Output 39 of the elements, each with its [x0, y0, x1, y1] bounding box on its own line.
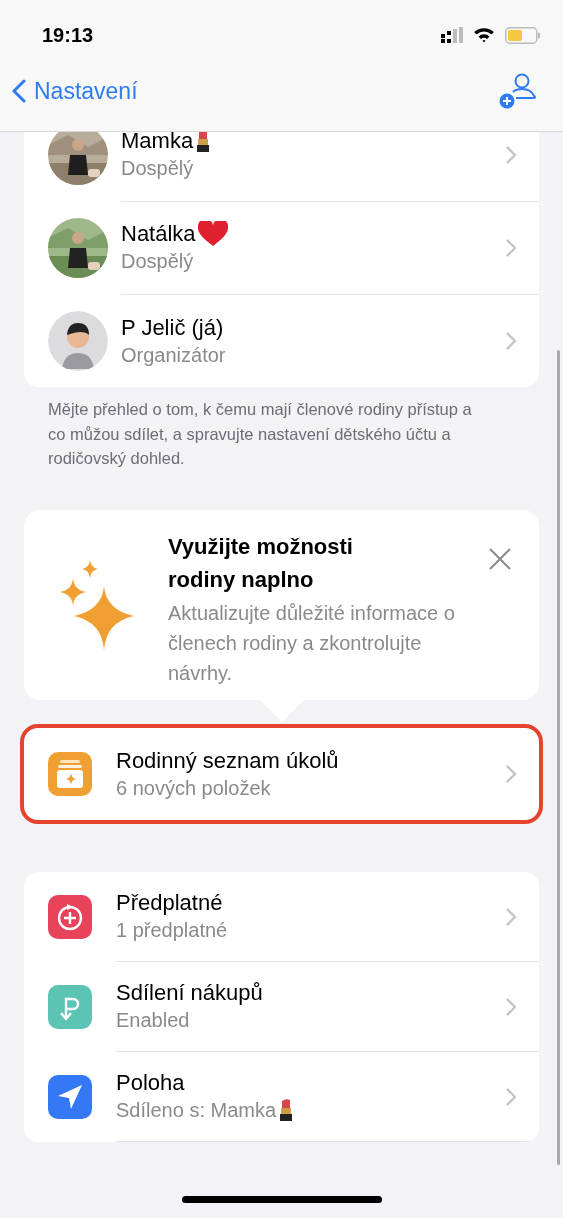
member-name: Mamka [121, 127, 194, 155]
tip-title: Využijte možnosti rodiny naplno [168, 532, 354, 594]
member-role: Dospělý [121, 156, 194, 181]
chevron-icon [506, 997, 517, 1016]
signal-icon [441, 27, 463, 43]
settings-row[interactable]: Rodinný seznam úkolů 6 nových položek [24, 727, 539, 820]
chevron-icon [506, 145, 517, 164]
row-title: Sdílení nákupů [116, 979, 263, 1007]
status-time: 19:13 [42, 23, 94, 47]
lipstick-icon [278, 1098, 295, 1122]
settings-row[interactable]: Předplatné 1 předplatné [24, 871, 539, 962]
chevron-icon [506, 331, 517, 350]
avatar-icon [48, 310, 108, 371]
tip-description: Aktualizujte důležité informace o členech rodiny a zkontrolujte návrhy. [168, 600, 456, 686]
row-title: Poloha [116, 1069, 185, 1097]
member-name: Natálka [121, 220, 196, 248]
heart-icon [197, 221, 228, 247]
chevron-icon [506, 764, 517, 783]
row-title: Předplatné [116, 889, 223, 917]
row-subtitle: 1 předplatné [116, 918, 228, 943]
row-subtitle: Enabled [116, 1008, 190, 1033]
row-subtitle: 6 nových položek [116, 775, 271, 801]
settings-row[interactable]: Sdílení nákupů Enabled [24, 961, 539, 1052]
member-name: P Jelič (já) [121, 313, 224, 342]
chevron-icon [506, 907, 517, 926]
add-person-icon[interactable] [499, 72, 537, 110]
member-role: Organizátor [121, 342, 226, 368]
row-subtitle: Sdíleno s: Mamka [116, 1098, 277, 1123]
back-chevron-icon [12, 79, 26, 103]
member-role: Dospělý [121, 249, 194, 274]
battery-icon [505, 26, 541, 44]
lipstick-icon [195, 129, 212, 153]
chevron-icon [506, 238, 517, 257]
row-title: Rodinný seznam úkolů [116, 746, 339, 775]
settings-row[interactable]: Poloha Sdíleno s: Mamka [24, 1051, 539, 1142]
wifi-icon [473, 27, 495, 43]
members-footnote: Mějte přehled o tom, k čemu mají členové rodiny přístup a co můžou sdílet, a spravujte nastavení dětského účtu a rodičovský dohled. [47, 399, 473, 469]
back-button[interactable]: Nastavení [12, 77, 138, 105]
chevron-icon [506, 1087, 517, 1106]
